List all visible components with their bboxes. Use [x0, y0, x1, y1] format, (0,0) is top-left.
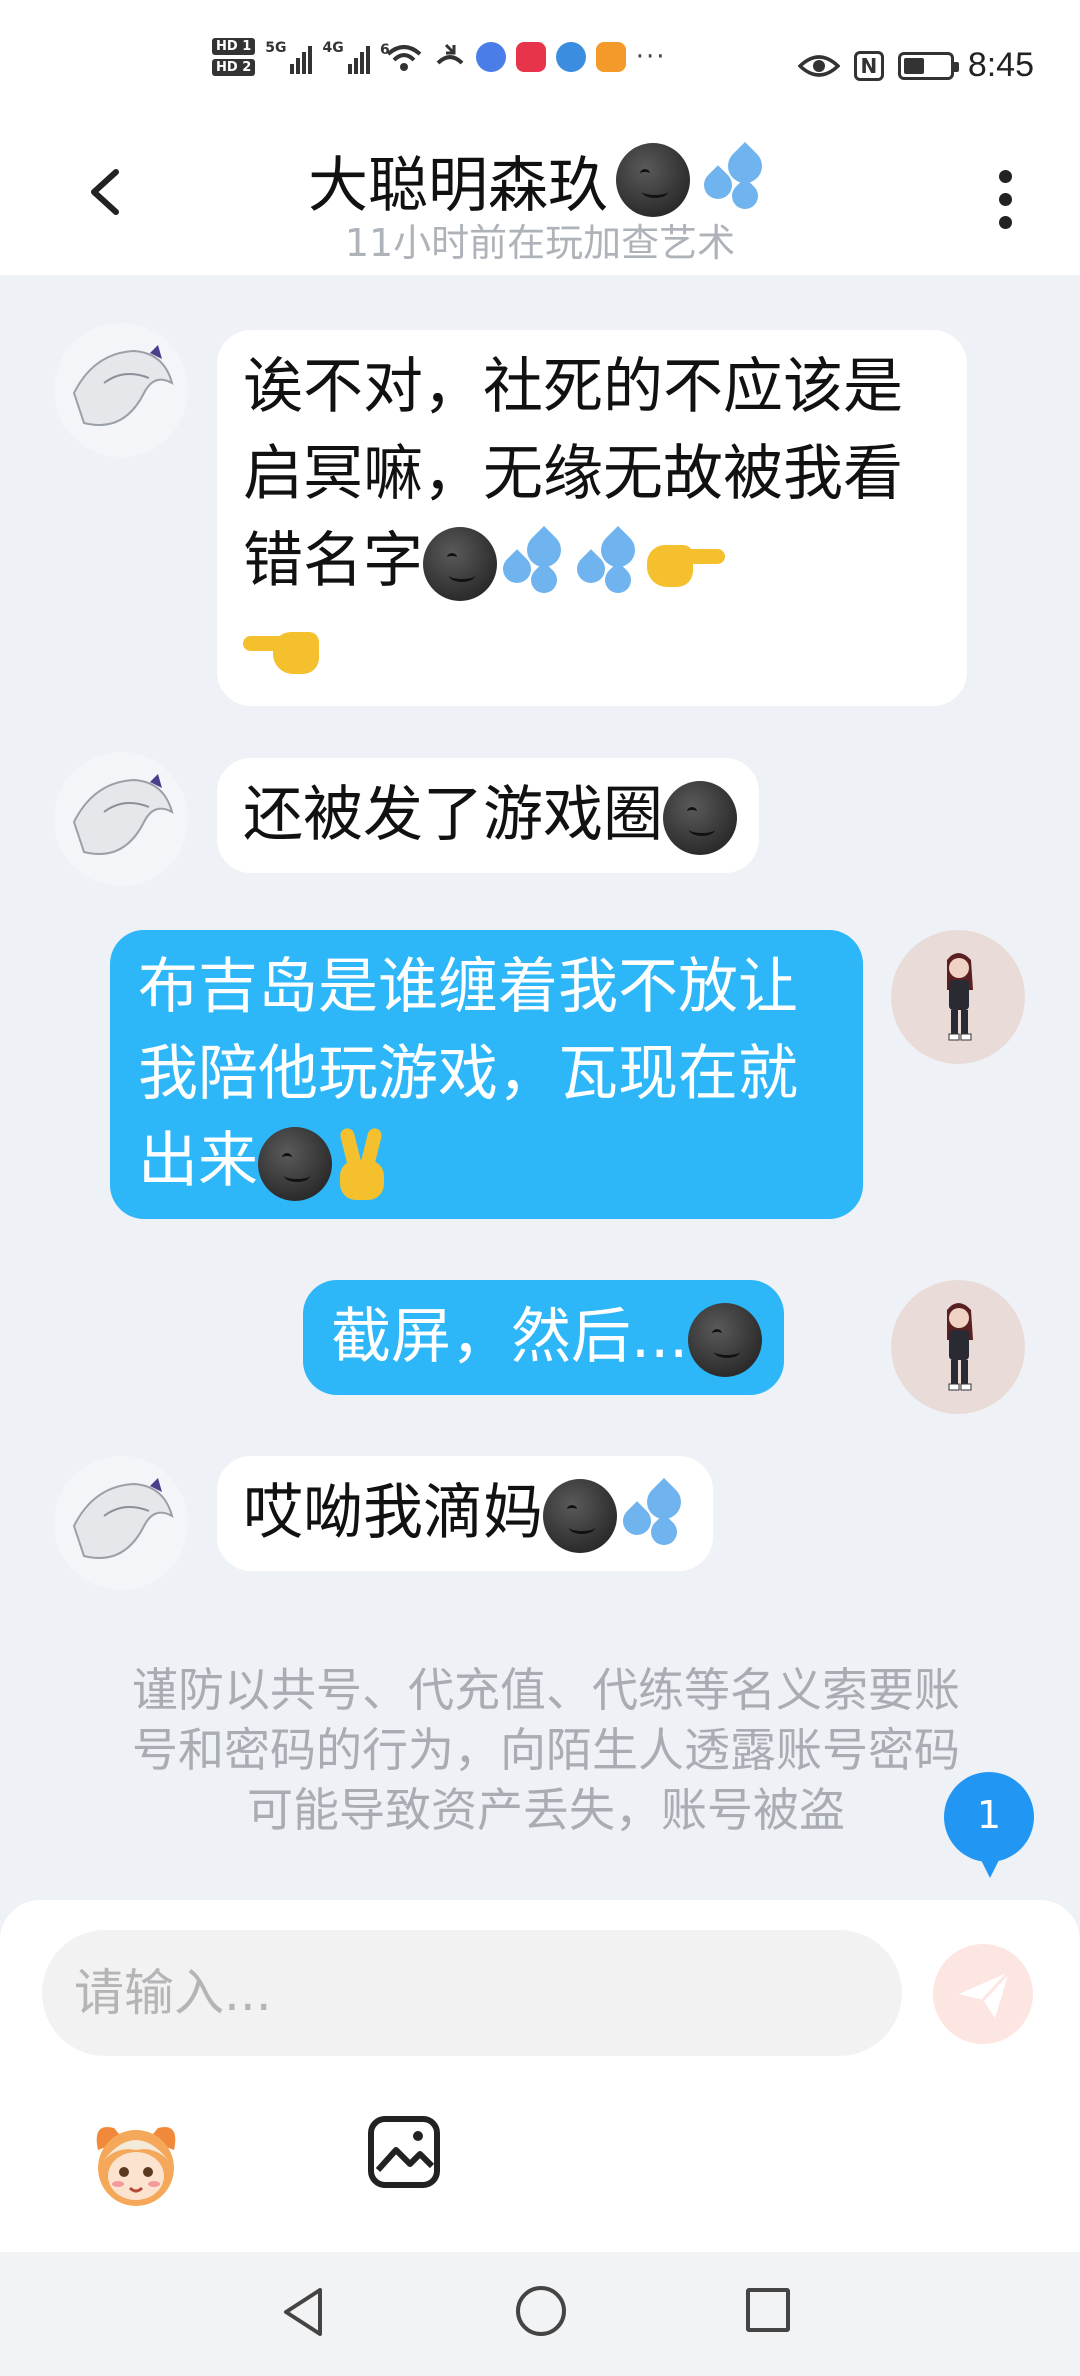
store-app-icon [515, 42, 546, 72]
hd-indicators: HD 1 HD 2 [212, 38, 256, 76]
music-app-icon [475, 42, 506, 72]
contact-avatar[interactable] [54, 1456, 188, 1590]
hd2-indicator: HD 2 [212, 59, 256, 76]
svg-text:6: 6 [380, 42, 390, 58]
status-time: 8:45 [967, 46, 1034, 84]
nav-home-button[interactable] [516, 2286, 566, 2336]
send-icon [959, 1970, 1011, 2018]
message-bubble-incoming[interactable]: 诶不对，社死的不应该是启冥嘛，无缘无故被我看错名字 [217, 330, 967, 706]
chat-title: 大聪明森玖 [308, 150, 608, 221]
nav-recents-button[interactable] [746, 2288, 790, 2332]
status-left-icons: HD 1 HD 2 5G 4G 6 ··· [212, 38, 667, 76]
message-bubble-incoming[interactable]: 还被发了游戏圈 [217, 758, 759, 873]
smirk-moon-icon [258, 1127, 332, 1202]
status-bar: HD 1 HD 2 5G 4G 6 ··· N 8:45 [0, 0, 1080, 130]
more-options-button[interactable] [985, 160, 1025, 240]
my-avatar[interactable] [891, 930, 1025, 1064]
browser-app-icon [555, 42, 586, 72]
more-notifications-icon: ··· [635, 42, 667, 72]
wifi-icon: 6 [380, 42, 422, 71]
contact-avatar[interactable] [54, 323, 188, 457]
battery-level [903, 57, 924, 74]
more-vertical-icon [998, 170, 1012, 183]
chat-subtitle: 11小时前在玩加查艺术 [344, 221, 736, 265]
system-navigation-bar [0, 2252, 1080, 2376]
video-app-icon [595, 42, 626, 72]
message-bubble-outgoing[interactable]: 布吉岛是谁缠着我不放让我陪他玩游戏，瓦现在就出来 [110, 930, 863, 1219]
eye-comfort-icon [797, 54, 840, 77]
smirk-moon-icon [688, 1303, 763, 1378]
missed-call-icon [436, 43, 464, 65]
contact-avatar[interactable] [54, 752, 188, 886]
smirk-moon-icon [616, 143, 690, 217]
smirk-moon-icon [663, 781, 737, 856]
victory-hand-icon [332, 1124, 392, 1204]
smirk-moon-icon [543, 1479, 617, 1554]
nfc-icon: N [853, 50, 884, 81]
message-bubble-outgoing[interactable]: 截屏，然后... [303, 1280, 785, 1395]
sweat-drops-icon [571, 526, 645, 601]
message-bubble-incoming[interactable]: 哎呦我滴妈 [217, 1456, 713, 1571]
signal-icon: 5G [265, 40, 313, 74]
image-icon[interactable] [366, 2114, 442, 2190]
chat-header: 大聪明森玖 11小时前在玩加查艺术 [0, 130, 1080, 275]
point-right-icon [645, 531, 725, 597]
sweat-drops-icon [698, 141, 772, 217]
my-avatar[interactable] [891, 1280, 1025, 1414]
unread-count-badge[interactable]: 1 [944, 1772, 1034, 1878]
sweat-drops-icon [497, 526, 571, 601]
smirk-moon-icon [423, 527, 497, 602]
battery-icon [897, 51, 959, 80]
point-left-icon [243, 618, 323, 684]
sweat-drops-icon [617, 1478, 691, 1553]
nav-back-button[interactable] [278, 2284, 328, 2340]
mascot-sticker-icon[interactable] [84, 2110, 188, 2214]
security-notice: 谨防以共号、代充值、代练等名义索要账号和密码的行为，向陌生人透露账号密码可能导致… [132, 1663, 960, 1837]
send-button[interactable] [933, 1944, 1033, 2044]
input-panel [0, 1900, 1080, 2252]
signal-icon: 4G [322, 40, 370, 74]
message-input[interactable] [42, 1930, 902, 2056]
hd1-indicator: HD 1 [212, 38, 256, 55]
status-right-icons: N 8:45 [797, 46, 1034, 85]
